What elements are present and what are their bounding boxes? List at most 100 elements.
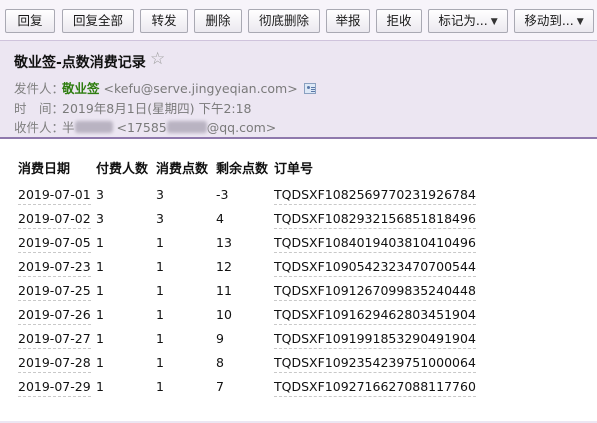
cell-order: TQDSXF1092354239751000064 [274, 352, 476, 376]
cell-points-used: 1 [156, 283, 164, 298]
cell-order: TQDSXF1091267099835240448 [274, 280, 476, 304]
table-header-row: 消费日期 付费人数 消费点数 剩余点数 订单号 [18, 156, 476, 184]
report-button[interactable]: 举报 [326, 9, 370, 33]
cell-payers: 1 [96, 259, 104, 274]
table-row: 2019-07-28 1 1 8 TQDSXF10923542397510000… [18, 352, 476, 376]
recipient-email-redaction [166, 121, 207, 133]
reply-button[interactable]: 回复 [5, 9, 55, 33]
reject-button-label: 拒收 [386, 13, 412, 28]
table-row: 2019-07-25 1 1 11 TQDSXF1091267099835240… [18, 280, 476, 304]
email-subject: 敬业签-点数消费记录 [14, 55, 146, 71]
mark-as-dropdown[interactable]: 标记为... ▼ [428, 9, 508, 33]
date-text: 2019-07-27 [18, 330, 91, 349]
move-to-dropdown[interactable]: 移动到... ▼ [514, 9, 594, 33]
header-points-left: 剩余点数 [216, 162, 269, 177]
cell-points-left: 8 [216, 355, 224, 370]
chevron-down-icon: ▼ [576, 17, 584, 27]
order-number-text: TQDSXF1092354239751000064 [274, 354, 476, 373]
forward-button[interactable]: 转发 [140, 9, 188, 33]
recipient-label: 收件人： [14, 120, 65, 135]
cell-points-used: 1 [156, 259, 164, 274]
cell-order: TQDSXF1082569770231926784 [274, 184, 476, 208]
cell-date: 2019-07-05 [18, 232, 96, 256]
order-number-text: TQDSXF1091267099835240448 [274, 282, 476, 301]
recipient-email-prefix[interactable]: <17585 [117, 120, 167, 135]
cell-order: TQDSXF1082932156851818496 [274, 208, 476, 232]
email-body: 消费日期 付费人数 消费点数 剩余点数 订单号 2019-07-01 3 3 -… [18, 156, 476, 400]
mark-as-dropdown-label: 标记为... [438, 13, 488, 28]
table-row: 2019-07-23 1 1 12 TQDSXF1090542323470700… [18, 256, 476, 280]
order-number-text: TQDSXF1091991853290491904 [274, 330, 476, 349]
date-text: 2019-07-23 [18, 258, 91, 277]
reply-all-button[interactable]: 回复全部 [62, 9, 134, 33]
cell-points-used: 1 [156, 379, 164, 394]
recipient-email-suffix[interactable]: @qq.com> [207, 120, 277, 135]
star-icon[interactable]: ☆ [150, 49, 165, 69]
cell-points-left: 12 [216, 259, 232, 274]
cell-payers: 3 [96, 187, 104, 202]
contact-card-icon[interactable] [303, 83, 316, 94]
delete-button[interactable]: 删除 [194, 9, 242, 33]
cell-points-left: 9 [216, 331, 224, 346]
cell-date: 2019-07-27 [18, 328, 96, 352]
date-text: 2019-07-26 [18, 306, 91, 325]
cell-payers: 3 [96, 211, 104, 226]
recipient-name[interactable]: 半 [62, 120, 75, 135]
cell-points-used: 1 [156, 307, 164, 322]
table-row: 2019-07-29 1 1 7 TQDSXF10927166270881177… [18, 376, 476, 400]
cell-points-used: 1 [156, 355, 164, 370]
cell-date: 2019-07-02 [18, 208, 96, 232]
cell-points-left: 4 [216, 211, 224, 226]
cell-points-left: 7 [216, 379, 224, 394]
time-label: 时 间： [14, 101, 65, 116]
cell-payers: 1 [96, 307, 104, 322]
cell-points-used: 3 [156, 187, 164, 202]
reject-button[interactable]: 拒收 [376, 9, 422, 33]
cell-order: TQDSXF1090542323470700544 [274, 256, 476, 280]
date-text: 2019-07-01 [18, 186, 91, 205]
permanent-delete-button[interactable]: 彻底删除 [248, 9, 320, 33]
header-payers: 付费人数 [96, 162, 149, 177]
chevron-down-icon: ▼ [490, 17, 498, 27]
table-row: 2019-07-01 3 3 -3 TQDSXF1082569770231926… [18, 184, 476, 208]
cell-payers: 1 [96, 379, 104, 394]
sender-email[interactable]: <kefu@serve.jingyeqian.com> [104, 81, 298, 96]
cell-date: 2019-07-29 [18, 376, 96, 400]
cell-points-left: 11 [216, 283, 232, 298]
cell-points-used: 1 [156, 331, 164, 346]
cell-points-used: 1 [156, 235, 164, 250]
consumption-records-table: 消费日期 付费人数 消费点数 剩余点数 订单号 2019-07-01 3 3 -… [18, 156, 476, 400]
header-order-number: 订单号 [274, 162, 314, 177]
cell-points-used: 3 [156, 211, 164, 226]
date-text: 2019-07-25 [18, 282, 91, 301]
table-row: 2019-07-27 1 1 9 TQDSXF10919918532904919… [18, 328, 476, 352]
date-text: 2019-07-02 [18, 210, 91, 229]
move-to-dropdown-label: 移动到... [524, 13, 574, 28]
time-row: 时 间：2019年8月1日(星期四) 下午2:18 [14, 98, 252, 117]
email-reader-page: 回复 回复全部 转发 删除 彻底删除 举报 拒收 标记为... ▼ 移动到... ▼… [0, 0, 597, 423]
cell-date: 2019-07-23 [18, 256, 96, 280]
order-number-text: TQDSXF1091629462803451904 [274, 306, 476, 325]
header-date: 消费日期 [18, 162, 71, 177]
cell-date: 2019-07-26 [18, 304, 96, 328]
permanent-delete-button-label: 彻底删除 [258, 13, 309, 28]
delete-button-label: 删除 [205, 13, 231, 28]
reply-all-button-label: 回复全部 [72, 13, 123, 28]
cell-order: TQDSXF1091629462803451904 [274, 304, 476, 328]
date-text: 2019-07-28 [18, 354, 91, 373]
cell-points-left: 13 [216, 235, 232, 250]
order-number-text: TQDSXF1092716627088117760 [274, 378, 476, 397]
cell-order: TQDSXF1084019403810410496 [274, 232, 476, 256]
sender-name[interactable]: 敬业签 [62, 81, 100, 96]
report-button-label: 举报 [335, 13, 361, 28]
date-text: 2019-07-29 [18, 378, 91, 397]
email-header: 敬业签-点数消费记录 ☆ 发件人：敬业签 <kefu@serve.jingyeq… [0, 41, 597, 139]
order-number-text: TQDSXF1082932156851818496 [274, 210, 476, 229]
header-points-used: 消费点数 [156, 162, 209, 177]
sender-label: 发件人： [14, 81, 65, 96]
forward-button-label: 转发 [151, 13, 177, 28]
recipient-name-redaction [74, 121, 113, 133]
cell-order: TQDSXF1091991853290491904 [274, 328, 476, 352]
table-row: 2019-07-02 3 3 4 TQDSXF10829321568518184… [18, 208, 476, 232]
order-number-text: TQDSXF1084019403810410496 [274, 234, 476, 253]
